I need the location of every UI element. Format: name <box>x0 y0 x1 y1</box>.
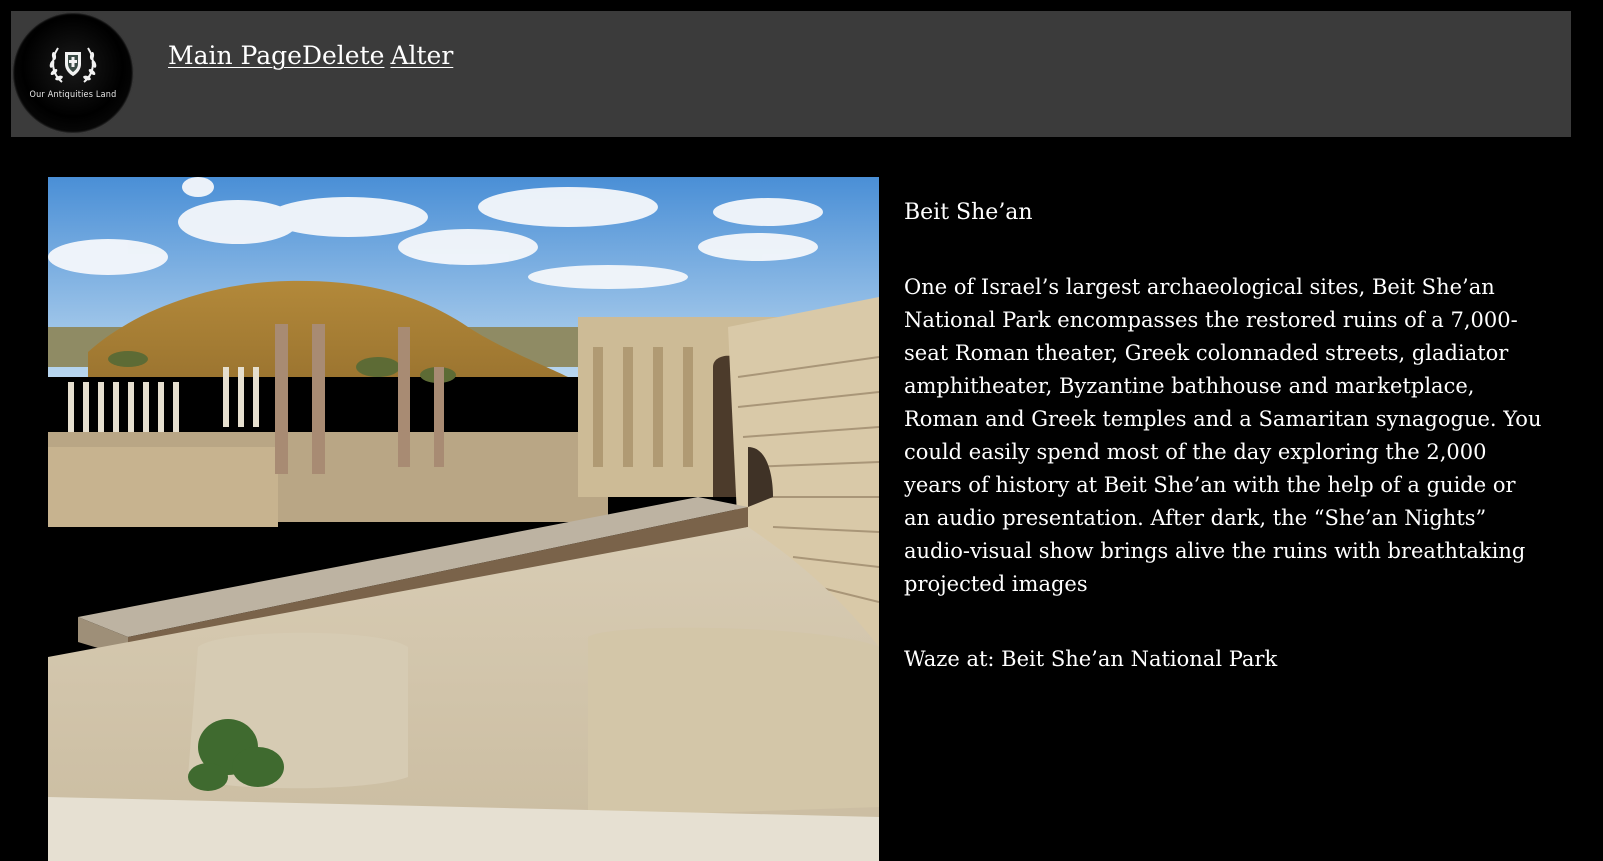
waze-location: Waze at: Beit She’an National Park <box>904 647 1278 671</box>
site-details: Beit She’an One of Israel’s largest arch… <box>904 196 1544 676</box>
laurel-shield-icon <box>49 47 97 83</box>
nav-main-page-link[interactable]: Main Page <box>168 41 302 70</box>
site-title: Beit She’an <box>904 200 1033 225</box>
site-description: One of Israel’s largest archaeological s… <box>904 275 1542 596</box>
site-photo <box>48 177 879 861</box>
nav-delete-link[interactable]: Delete <box>302 41 384 70</box>
top-navbar: Our Antiquities Land Main PageDelete Alte… <box>11 11 1571 137</box>
beit-shean-ruins-image <box>48 177 879 861</box>
nav-links: Main PageDelete Alter <box>168 41 453 70</box>
nav-alter-link[interactable]: Alter <box>390 41 453 70</box>
site-logo[interactable]: Our Antiquities Land <box>12 12 134 134</box>
logo-text: Our Antiquities Land <box>29 90 117 100</box>
